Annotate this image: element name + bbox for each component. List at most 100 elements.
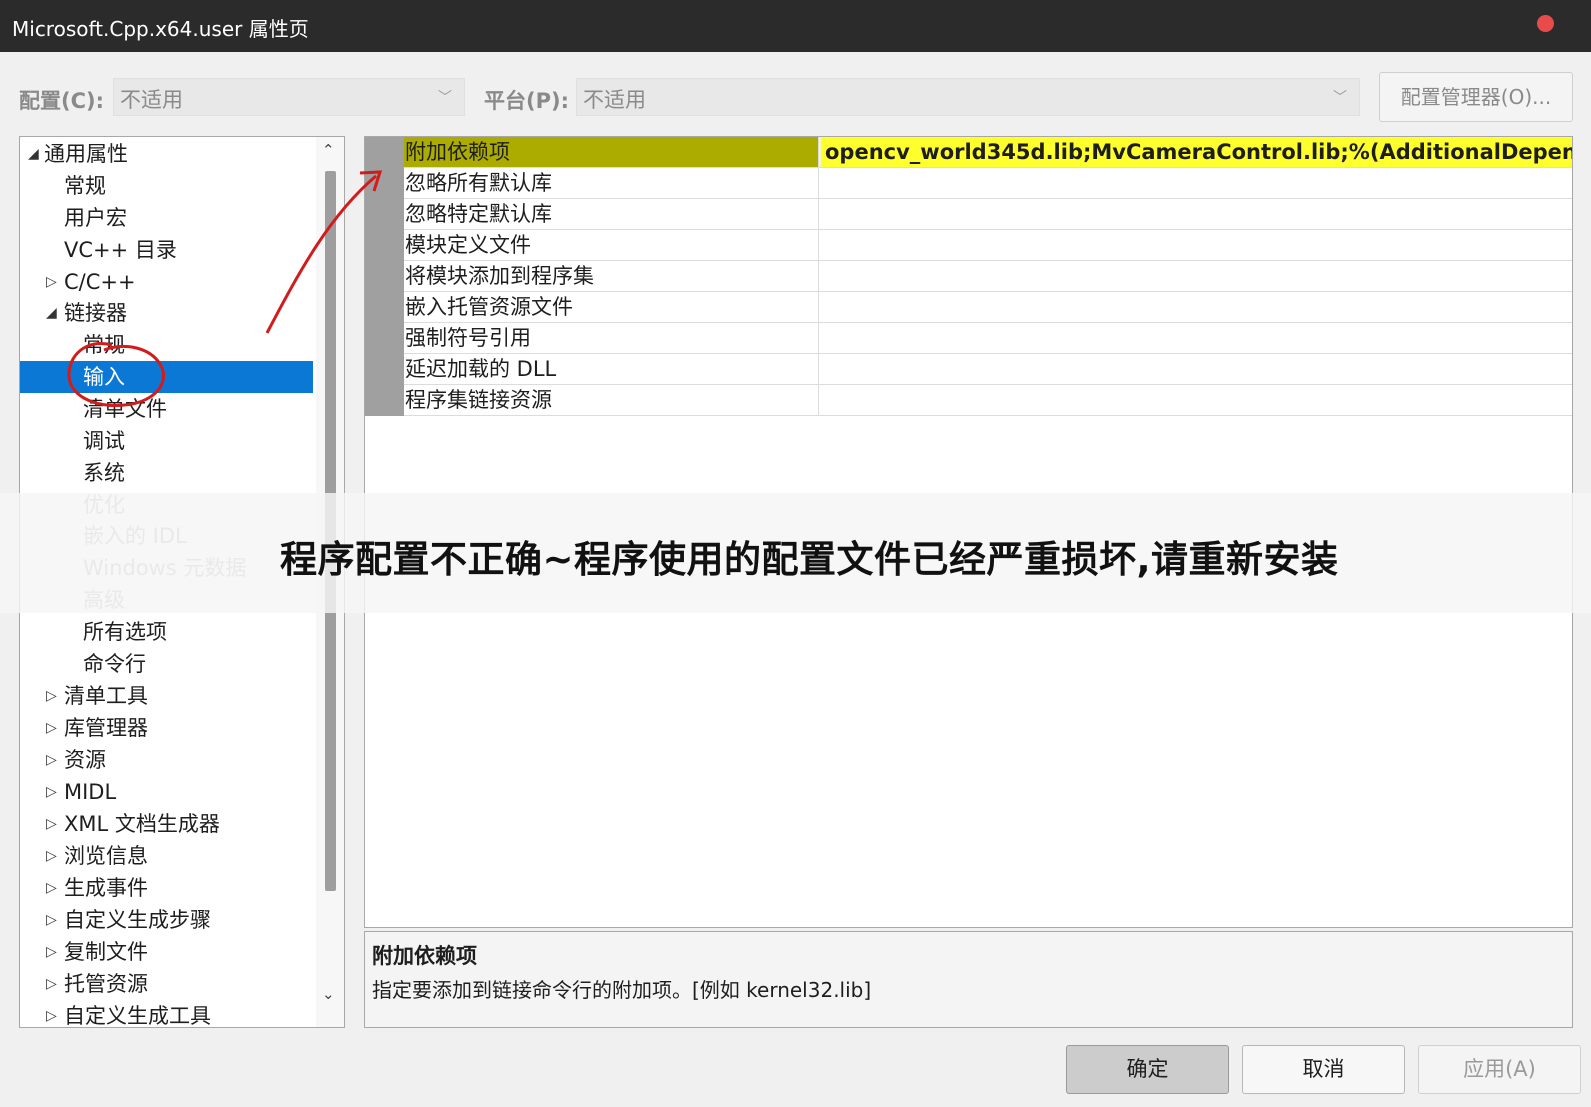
property-value[interactable] bbox=[821, 323, 825, 353]
property-row[interactable]: 将模块添加到程序集 bbox=[404, 261, 1572, 292]
property-value[interactable] bbox=[821, 354, 825, 384]
tree-item-label: 清单工具 bbox=[64, 684, 148, 708]
tree-item-label: 托管资源 bbox=[64, 972, 148, 996]
cancel-button[interactable]: 取消 bbox=[1242, 1045, 1405, 1094]
collapsed-arrow-icon[interactable]: ▷ bbox=[46, 1000, 57, 1027]
collapsed-arrow-icon[interactable]: ▷ bbox=[46, 968, 57, 1000]
apply-button[interactable]: 应用(A) bbox=[1418, 1045, 1581, 1094]
collapsed-arrow-icon[interactable]: ▷ bbox=[46, 776, 57, 808]
collapsed-arrow-icon[interactable]: ▷ bbox=[46, 872, 57, 904]
tree-item[interactable]: ▷ 库管理器 bbox=[20, 712, 313, 744]
tree-item-label: XML 文档生成器 bbox=[64, 812, 220, 836]
tree-item-label: 系统 bbox=[83, 461, 125, 485]
tree-item-label: 清单文件 bbox=[83, 397, 167, 421]
tree-item[interactable]: 调试 bbox=[20, 425, 313, 457]
ok-button[interactable]: 确定 bbox=[1066, 1045, 1229, 1094]
tree-item[interactable]: ▷ MIDL bbox=[20, 776, 313, 808]
tree-item-label: 自定义生成工具 bbox=[64, 1004, 211, 1028]
description-panel: 附加依赖项 指定要添加到链接命令行的附加项。[例如 kernel32.lib] bbox=[364, 931, 1573, 1028]
tree-item-label: 所有选项 bbox=[83, 620, 167, 644]
property-row[interactable]: 忽略所有默认库 bbox=[404, 168, 1572, 199]
property-value[interactable] bbox=[821, 261, 825, 291]
platform-label: 平台(P): bbox=[484, 89, 569, 113]
property-row[interactable]: 附加依赖项 opencv_world345d.lib;MvCameraContro… bbox=[404, 137, 1572, 168]
expanded-arrow-icon[interactable]: ◢ bbox=[46, 297, 57, 329]
scroll-down-icon[interactable]: ⌄ bbox=[322, 985, 335, 1003]
tree-item-label: 复制文件 bbox=[64, 940, 148, 964]
property-row[interactable]: 模块定义文件 bbox=[404, 230, 1572, 261]
expanded-arrow-icon[interactable]: ◢ bbox=[28, 138, 39, 170]
tree-item[interactable]: 用户宏 bbox=[20, 202, 313, 234]
tree-item[interactable]: 常规 bbox=[20, 329, 313, 361]
tree-item[interactable]: ▷ 生成事件 bbox=[20, 872, 313, 904]
config-manager-button[interactable]: 配置管理器(O)... bbox=[1379, 72, 1573, 122]
collapsed-arrow-icon[interactable]: ▷ bbox=[46, 904, 57, 936]
banner-text: 程序配置不正确~程序使用的配置文件已经严重损坏,请重新安装 bbox=[280, 538, 1339, 581]
collapsed-arrow-icon[interactable]: ▷ bbox=[46, 936, 57, 968]
tree-item[interactable]: 清单文件 bbox=[20, 393, 313, 425]
tree-item-label: 常规 bbox=[83, 333, 125, 357]
property-value[interactable] bbox=[821, 292, 825, 322]
tree-item[interactable]: ◢ 链接器 bbox=[20, 297, 313, 329]
property-name: 强制符号引用 bbox=[404, 323, 819, 353]
tree-item[interactable]: ▷ 复制文件 bbox=[20, 936, 313, 968]
tree-item[interactable]: ▷ 清单工具 bbox=[20, 680, 313, 712]
collapsed-arrow-icon[interactable]: ▷ bbox=[46, 266, 57, 298]
property-name: 模块定义文件 bbox=[404, 230, 819, 260]
property-value[interactable] bbox=[821, 199, 825, 229]
tree-item[interactable]: ▷ 资源 bbox=[20, 744, 313, 776]
tree-item-label: 链接器 bbox=[64, 301, 127, 325]
tree-item[interactable]: 常规 bbox=[20, 170, 313, 202]
tree-item[interactable]: ▷ C/C++ bbox=[20, 266, 313, 298]
property-name: 嵌入托管资源文件 bbox=[404, 292, 819, 322]
property-value[interactable] bbox=[821, 385, 825, 415]
tree-item[interactable]: ▷ 自定义生成工具 bbox=[20, 1000, 313, 1028]
collapsed-arrow-icon[interactable]: ▷ bbox=[46, 712, 57, 744]
tree-item[interactable]: ▷ 浏览信息 bbox=[20, 840, 313, 872]
config-combo[interactable]: 不适用 ﹀ bbox=[113, 78, 465, 116]
property-row[interactable]: 嵌入托管资源文件 bbox=[404, 292, 1572, 323]
collapsed-arrow-icon[interactable]: ▷ bbox=[46, 840, 57, 872]
tree-item[interactable]: 输入 bbox=[20, 361, 313, 393]
property-row[interactable]: 程序集链接资源 bbox=[404, 385, 1572, 416]
collapsed-arrow-icon[interactable]: ▷ bbox=[46, 680, 57, 712]
config-combo-value: 不适用 bbox=[120, 88, 183, 112]
warning-banner: 程序配置不正确~程序使用的配置文件已经严重损坏,请重新安装 bbox=[0, 493, 1591, 613]
property-name: 忽略特定默认库 bbox=[404, 199, 819, 229]
tree-item-label: 资源 bbox=[64, 748, 106, 772]
collapsed-arrow-icon[interactable]: ▷ bbox=[46, 744, 57, 776]
tree-item-label: 输入 bbox=[83, 365, 125, 389]
tree-item[interactable]: ◢ 通用属性 bbox=[20, 138, 313, 170]
tree-item-label: 自定义生成步骤 bbox=[64, 908, 211, 932]
property-value[interactable]: opencv_world345d.lib;MvCameraControl.lib… bbox=[821, 137, 1572, 167]
window-title: Microsoft.Cpp.x64.user 属性页 bbox=[12, 17, 309, 41]
tree-item[interactable]: ▷ XML 文档生成器 bbox=[20, 808, 313, 840]
description-title: 附加依赖项 bbox=[372, 944, 477, 968]
title-bar: Microsoft.Cpp.x64.user 属性页 bbox=[0, 0, 1591, 52]
scroll-up-icon[interactable]: ⌃ bbox=[322, 141, 335, 159]
property-name: 延迟加载的 DLL bbox=[404, 354, 819, 384]
tree-item[interactable]: ▷ 自定义生成步骤 bbox=[20, 904, 313, 936]
tree-item-label: 常规 bbox=[64, 174, 106, 198]
tree-item-label: 库管理器 bbox=[64, 716, 148, 740]
collapsed-arrow-icon[interactable]: ▷ bbox=[46, 808, 57, 840]
tree-item[interactable]: ▷ 托管资源 bbox=[20, 968, 313, 1000]
tree-item-label: MIDL bbox=[64, 780, 117, 804]
tree-item[interactable]: 系统 bbox=[20, 457, 313, 489]
property-name: 忽略所有默认库 bbox=[404, 168, 819, 198]
chevron-down-icon: ﹀ bbox=[438, 90, 452, 106]
chevron-down-icon: ﹀ bbox=[1333, 90, 1347, 106]
property-row[interactable]: 强制符号引用 bbox=[404, 323, 1572, 354]
tree-item[interactable]: 所有选项 bbox=[20, 616, 313, 648]
property-value[interactable] bbox=[821, 168, 825, 198]
property-row[interactable]: 忽略特定默认库 bbox=[404, 199, 1572, 230]
config-label: 配置(C): bbox=[19, 89, 105, 113]
platform-combo[interactable]: 不适用 ﹀ bbox=[576, 78, 1360, 116]
property-name: 将模块添加到程序集 bbox=[404, 261, 819, 291]
property-row[interactable]: 延迟加载的 DLL bbox=[404, 354, 1572, 385]
tree-item[interactable]: VC++ 目录 bbox=[20, 234, 313, 266]
tree-item-label: 命令行 bbox=[83, 652, 146, 676]
close-icon[interactable] bbox=[1537, 15, 1554, 32]
tree-item[interactable]: 命令行 bbox=[20, 648, 313, 680]
property-value[interactable] bbox=[821, 230, 825, 260]
